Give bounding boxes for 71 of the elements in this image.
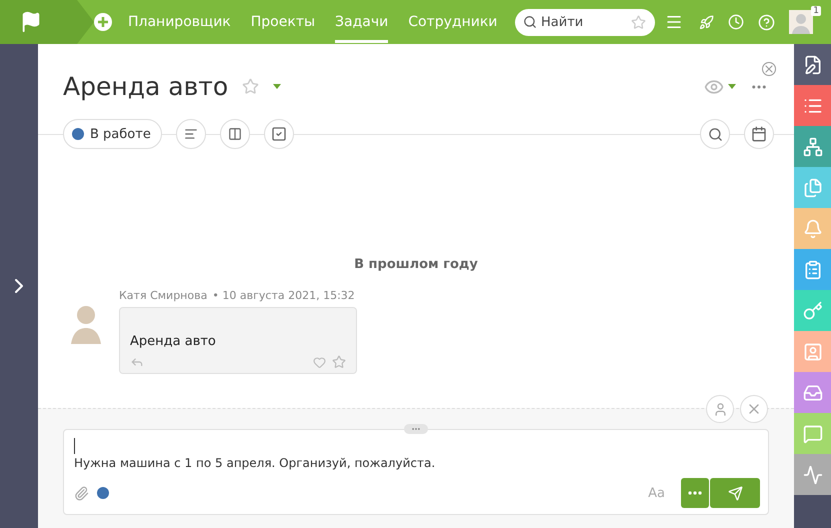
help-icon[interactable] — [758, 14, 775, 30]
message-value: Нужна машина с 1 по 5 апреля. Организуй, пожалуйста. — [74, 456, 436, 470]
user-icon — [712, 402, 728, 416]
rocket-icon[interactable] — [699, 14, 714, 30]
date-divider: В прошлом году — [353, 257, 479, 272]
task-title: Аренда авто — [63, 72, 228, 101]
message-author: Катя Смирнова — [119, 289, 208, 302]
favorite-icon[interactable] — [242, 78, 260, 95]
fields-button[interactable] — [220, 119, 250, 149]
files-icon — [802, 178, 822, 198]
nav-tab[interactable]: Проекты — [250, 2, 316, 42]
contact-icon — [802, 342, 822, 362]
note-panel-button[interactable] — [794, 44, 831, 85]
key-icon — [802, 300, 822, 320]
color-dot[interactable] — [97, 487, 109, 499]
message-input[interactable]: Нужна машина с 1 по 5 апреля. Организуй, пожалуйста. Aa — [63, 429, 769, 515]
text-lines-icon — [184, 127, 198, 141]
description-button[interactable] — [176, 119, 206, 149]
calendar-button[interactable] — [744, 119, 774, 149]
clipboard-icon — [802, 260, 822, 280]
close-icon[interactable] — [762, 62, 776, 76]
nav-tab[interactable]: Планировщик — [128, 2, 231, 42]
checklist-button[interactable] — [264, 119, 294, 149]
menu-icon[interactable] — [665, 13, 683, 31]
tree-icon — [802, 136, 822, 156]
more-button[interactable] — [681, 478, 709, 508]
logo[interactable] — [0, 0, 94, 44]
send-button[interactable] — [710, 478, 760, 508]
attach-icon[interactable] — [74, 486, 89, 500]
flag-icon — [20, 11, 42, 33]
calendar-icon — [751, 126, 767, 142]
clipboard-panel-button[interactable] — [794, 249, 831, 290]
add-button[interactable] — [94, 13, 112, 31]
clock-icon[interactable] — [728, 14, 744, 30]
favorite-icon[interactable] — [332, 355, 346, 369]
contact-panel-button[interactable] — [794, 331, 831, 372]
message-text: Аренда авто — [130, 334, 217, 349]
status-button[interactable]: В работе — [63, 119, 162, 149]
wave-panel-button[interactable] — [794, 454, 831, 495]
inbox-panel-button[interactable] — [794, 372, 831, 413]
star-icon[interactable] — [631, 14, 646, 30]
send-icon — [728, 486, 742, 500]
key-panel-button[interactable] — [794, 290, 831, 331]
tree-panel-button[interactable] — [794, 126, 831, 167]
search-icon — [523, 14, 537, 28]
inbox-icon — [802, 382, 822, 402]
message-time: • 10 августа 2021, 15:32 — [212, 289, 355, 302]
chat-icon — [802, 424, 822, 444]
search-field[interactable]: Найти — [515, 8, 655, 36]
search-icon — [708, 126, 722, 142]
list-panel-button[interactable] — [794, 85, 831, 126]
files-panel-button[interactable] — [794, 167, 831, 208]
caret-icon[interactable] — [728, 84, 736, 89]
like-icon[interactable] — [313, 356, 326, 368]
checkbox-icon — [270, 126, 287, 142]
close-button[interactable] — [740, 395, 768, 423]
search-button[interactable] — [700, 119, 730, 149]
wave-icon — [802, 464, 822, 484]
columns-icon — [228, 127, 242, 141]
nav-tab[interactable]: Сотрудники — [408, 2, 498, 42]
resize-handle[interactable] — [404, 424, 428, 434]
assignee-button[interactable] — [706, 395, 734, 423]
bell-panel-button[interactable] — [794, 208, 831, 249]
more-icon — [688, 491, 702, 495]
note-icon — [802, 54, 822, 74]
chat-panel-button[interactable] — [794, 413, 831, 454]
format-button[interactable]: Aa — [648, 486, 665, 500]
notification-badge: 1 — [811, 6, 821, 16]
caret-icon[interactable] — [273, 84, 282, 89]
avatar[interactable] — [789, 10, 813, 34]
bell-icon — [802, 218, 822, 238]
